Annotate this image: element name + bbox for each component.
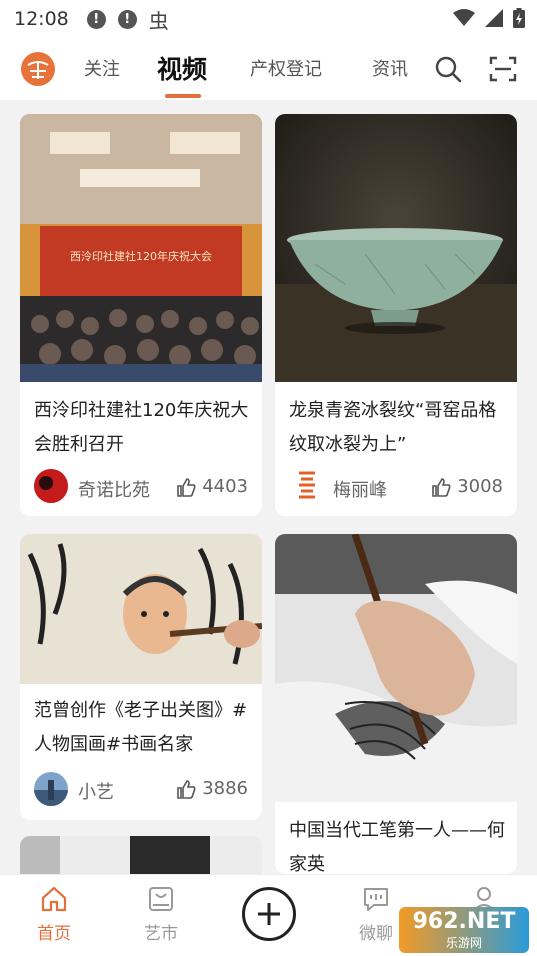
- video-title[interactable]: 中国当代工笔第一人——何家英: [289, 814, 505, 874]
- like-count[interactable]: 4403: [176, 476, 248, 497]
- thumbs-up-icon: [432, 477, 451, 497]
- publish-button[interactable]: [242, 887, 296, 941]
- alert-icon: !: [86, 9, 106, 29]
- nav-chat[interactable]: 微聊: [346, 885, 406, 944]
- status-bar: 12:08 ! ! 虫: [0, 0, 537, 38]
- video-card[interactable]: [20, 836, 262, 874]
- nav-home[interactable]: 首页: [24, 885, 84, 944]
- alert-icon: !: [117, 9, 137, 29]
- thumbs-up-icon: [177, 477, 196, 497]
- video-thumbnail: 西泠印社建社120年庆祝大会: [20, 114, 262, 382]
- video-thumbnail: [20, 534, 262, 684]
- like-count-value: 3008: [457, 476, 503, 497]
- nav-home-label: 首页: [37, 924, 71, 944]
- author-avatar[interactable]: [293, 469, 321, 503]
- status-time: 12:08: [14, 8, 69, 30]
- tab-video[interactable]: 视频: [157, 50, 207, 86]
- watermark-sub-text: 乐游网: [445, 935, 482, 950]
- app-logo[interactable]: [20, 51, 56, 87]
- author-avatar[interactable]: [34, 469, 68, 503]
- video-card[interactable]: 范曾创作《老子出关图》#人物国画#书画名家 小艺 3886: [20, 534, 262, 820]
- thumbnail-banner-text: 西泠印社建社120年庆祝大会: [70, 249, 212, 263]
- watermark-main-text: 962.NET: [412, 908, 516, 934]
- like-count-value: 4403: [202, 476, 248, 497]
- signal-icon: [485, 9, 503, 27]
- wifi-icon: [453, 9, 475, 26]
- tab-follow[interactable]: 关注: [84, 55, 120, 81]
- author-name[interactable]: 小艺: [78, 778, 114, 804]
- search-icon[interactable]: [434, 55, 462, 83]
- video-title[interactable]: 范曾创作《老子出关图》#人物国画#书画名家: [34, 694, 250, 762]
- battery-icon: [513, 8, 525, 28]
- bottom-nav: 首页 艺市 微聊 962.NET 乐游网: [0, 874, 537, 956]
- scan-icon[interactable]: [489, 55, 517, 83]
- video-card[interactable]: 中国当代工笔第一人——何家英: [275, 534, 517, 874]
- video-title[interactable]: 龙泉青瓷冰裂纹“哥窑品格纹取冰裂为上”: [289, 394, 505, 462]
- plus-icon: [258, 903, 280, 925]
- like-count[interactable]: 3886: [176, 778, 248, 799]
- author-avatar[interactable]: [34, 772, 68, 806]
- video-card[interactable]: 龙泉青瓷冰裂纹“哥窑品格纹取冰裂为上” 梅丽峰 3008: [275, 114, 517, 516]
- video-thumbnail: [275, 114, 517, 382]
- like-count[interactable]: 3008: [431, 476, 503, 497]
- nav-market[interactable]: 艺市: [131, 885, 191, 944]
- home-icon: [41, 886, 67, 912]
- market-icon: [149, 887, 173, 911]
- video-card[interactable]: 西泠印社建社120年庆祝大会 西泠印社建社120年庆祝大会胜利召开 奇诺比苑 4…: [20, 114, 262, 516]
- watermark: 962.NET 乐游网: [399, 907, 529, 953]
- tab-property-registration[interactable]: 产权登记: [250, 55, 322, 81]
- top-nav: 关注 视频 产权登记 资讯: [0, 38, 537, 100]
- tab-news[interactable]: 资讯: [372, 55, 408, 81]
- author-name[interactable]: 梅丽峰: [333, 476, 387, 502]
- nav-chat-label: 微聊: [359, 924, 393, 944]
- video-thumbnail: [20, 836, 262, 874]
- like-count-value: 3886: [202, 778, 248, 799]
- debug-icon: 虫: [148, 8, 169, 33]
- nav-market-label: 艺市: [144, 924, 178, 944]
- active-tab-indicator: [165, 94, 201, 98]
- video-thumbnail: [275, 534, 517, 802]
- video-title[interactable]: 西泠印社建社120年庆祝大会胜利召开: [34, 394, 250, 462]
- author-name[interactable]: 奇诺比苑: [78, 476, 150, 502]
- thumbs-up-icon: [177, 779, 196, 799]
- chat-icon: [364, 888, 388, 911]
